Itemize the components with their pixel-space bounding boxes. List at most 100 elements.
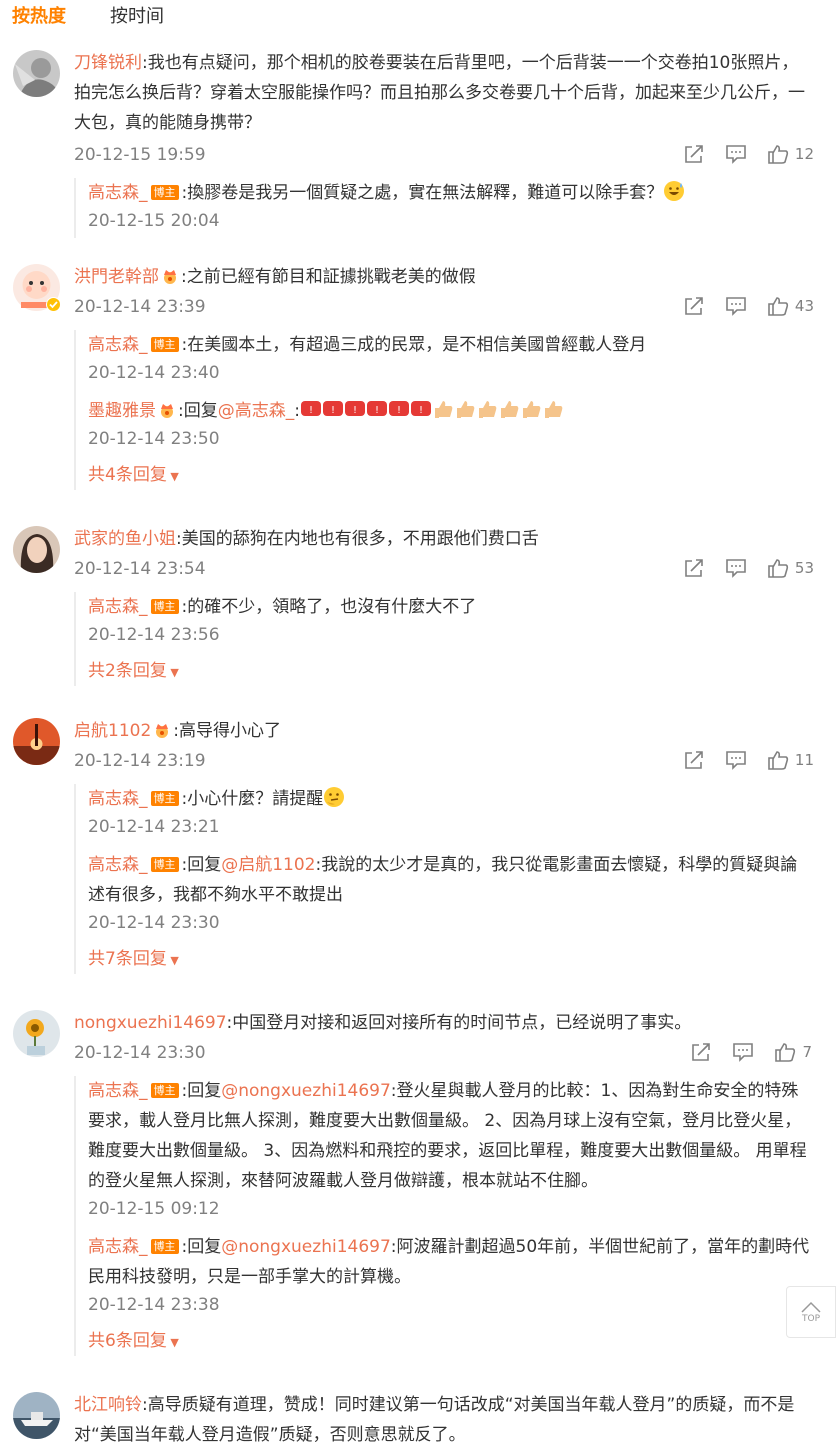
reply-list: 高志森_ 博主:小心什麼？請提醒 20-12-14 23:21 高志森_ 博主:回复… <box>74 784 814 974</box>
comment-username[interactable]: 洪門老幹部 <box>74 267 159 287</box>
avatar[interactable] <box>13 1392 60 1439</box>
thinking-emoji-icon <box>324 787 345 807</box>
comment-username[interactable]: nongxuezhi14697 <box>74 1013 227 1033</box>
reply-username[interactable]: 高志森_ <box>88 335 148 355</box>
share-button[interactable] <box>683 296 705 316</box>
comment-icon <box>733 1043 754 1062</box>
reply-username[interactable]: 高志森_ <box>88 789 148 809</box>
thumbs-up-icon <box>775 1043 796 1062</box>
reply-item: 高志森_ 博主:回复@nongxuezhi14697:阿波羅計劃超過50年前，半個… <box>88 1232 814 1318</box>
share-button[interactable] <box>683 558 705 578</box>
verified-icon <box>46 297 61 312</box>
reply-button[interactable] <box>732 1042 754 1062</box>
mention-link[interactable]: @启航1102 <box>221 855 315 875</box>
comment-actions: 53 <box>683 558 814 578</box>
more-replies-link[interactable]: 共2条回复 ▼ <box>88 658 814 686</box>
reply-item: 高志森_ 博主:小心什麼？請提醒 20-12-14 23:21 <box>88 784 814 840</box>
comment-icon <box>726 751 746 770</box>
share-icon <box>685 145 703 163</box>
reply-list: 高志森_ 博主:回复@nongxuezhi14697:登火星與載人登月的比較：1、… <box>74 1076 814 1356</box>
like-button[interactable]: 11 <box>767 750 814 770</box>
reply-button[interactable] <box>725 296 747 316</box>
comment-content: :中国登月对接和返回对接所有的时间节点，已经说明了事实。 <box>226 1013 692 1033</box>
more-replies-link[interactable]: 共4条回复 ▼ <box>88 462 814 490</box>
reply-username[interactable]: 高志森_ <box>88 1237 148 1257</box>
caret-down-icon: ▼ <box>166 954 179 967</box>
tab-by-popularity[interactable]: 按热度 <box>12 5 66 29</box>
avatar[interactable] <box>13 526 60 573</box>
like-button[interactable]: 7 <box>774 1042 812 1062</box>
mention-link[interactable]: @高志森_ <box>218 401 295 421</box>
reply-button[interactable] <box>725 144 747 164</box>
comment-actions: 43 <box>683 296 814 316</box>
avatar[interactable] <box>13 264 61 312</box>
caret-down-icon: ▼ <box>166 470 179 483</box>
comment-actions: 11 <box>683 750 814 770</box>
cheer-emoji-icon: ! <box>366 401 387 416</box>
cheer-emoji-icon: ! <box>388 401 409 416</box>
like-button[interactable]: 12 <box>767 144 814 164</box>
thumbs-up-icon <box>768 559 789 578</box>
like-count: 12 <box>794 145 814 163</box>
reply-item: 高志森_ 博主:回复@启航1102:我說的太少才是真的，我只從電影畫面去懷疑，科學… <box>88 850 814 936</box>
comment-username[interactable]: 启航1102 <box>74 721 151 741</box>
author-badge: 博主 <box>150 1083 179 1098</box>
more-replies-label: 共6条回复 <box>88 1331 167 1351</box>
thumbs-up-icon <box>768 751 789 770</box>
reply-item: 墨趣雅景:回复@高志森_:!!!!!! 20-12-14 23:50 <box>88 396 814 452</box>
reply-time: 20-12-14 23:40 <box>88 363 220 383</box>
tab-by-time[interactable]: 按时间 <box>110 5 164 29</box>
thumbs-up-emoji-icon <box>478 401 497 418</box>
author-badge: 博主 <box>150 791 179 806</box>
comment-icon <box>726 559 746 578</box>
reply-prefix: :回复 <box>178 401 218 421</box>
reply-item: 高志森_ 博主:換膠卷是我另一個質疑之處，實在無法解釋，難道可以除手套？ 20-1… <box>88 178 814 234</box>
comment-username[interactable]: 北江响铃 <box>74 1395 142 1415</box>
more-replies-link[interactable]: 共7条回复 ▼ <box>88 946 814 974</box>
emoji-row: !!!!!! <box>300 401 564 421</box>
vip-crown-icon <box>164 270 176 284</box>
share-icon <box>685 751 703 769</box>
reply-prefix: :回复 <box>181 1081 222 1101</box>
reply-button[interactable] <box>725 558 747 578</box>
reply-username[interactable]: 墨趣雅景 <box>88 401 156 421</box>
svg-text:!: ! <box>375 405 379 416</box>
comment-actions: 12 <box>683 144 814 164</box>
avatar[interactable] <box>13 718 60 765</box>
cheer-emoji-icon: ! <box>322 401 343 416</box>
like-button[interactable]: 43 <box>767 296 814 316</box>
thumbs-up-icon <box>768 297 789 316</box>
more-replies-label: 共7条回复 <box>88 949 167 969</box>
like-count: 11 <box>794 751 814 769</box>
share-button[interactable] <box>690 1042 712 1062</box>
reply-content: :在美國本土，有超過三成的民眾，是不相信美國曾經載人登月 <box>181 335 647 355</box>
avatar[interactable] <box>13 50 60 97</box>
reply-username[interactable]: 高志森_ <box>88 597 148 617</box>
more-replies-label: 共4条回复 <box>88 465 167 485</box>
like-button[interactable]: 53 <box>767 558 814 578</box>
comment-content: :高导质疑有道理，赞成！同时建议第一句话改成“对美国当年载人登月”的质疑，而不是… <box>74 1395 795 1445</box>
reply-prefix: :回复 <box>181 855 222 875</box>
svg-text:!: ! <box>309 405 313 416</box>
reply-username[interactable]: 高志森_ <box>88 855 148 875</box>
reply-time: 20-12-15 20:04 <box>88 211 220 231</box>
share-button[interactable] <box>683 144 705 164</box>
thumbs-up-icon <box>768 145 789 164</box>
thumbs-up-emoji-icon <box>500 401 519 418</box>
comment-text: nongxuezhi14697:中国登月对接和返回对接所有的时间节点，已经说明了… <box>74 1008 814 1038</box>
comment-username[interactable]: 武家的鱼小姐 <box>74 529 176 549</box>
reply-username[interactable]: 高志森_ <box>88 1081 148 1101</box>
avatar[interactable] <box>13 1010 60 1057</box>
back-to-top-button[interactable]: TOP <box>786 1286 836 1338</box>
share-button[interactable] <box>683 750 705 770</box>
mention-link[interactable]: @nongxuezhi14697 <box>221 1237 391 1257</box>
comment-username[interactable]: 刀锋锐利 <box>74 53 142 73</box>
reply-item: 高志森_ 博主:回复@nongxuezhi14697:登火星與載人登月的比較：1、… <box>88 1076 814 1222</box>
reply-username[interactable]: 高志森_ <box>88 183 148 203</box>
reply-time: 20-12-14 23:56 <box>88 625 220 645</box>
mention-link[interactable]: @nongxuezhi14697 <box>221 1081 391 1101</box>
avatar-image <box>13 526 60 573</box>
more-replies-link[interactable]: 共6条回复 ▼ <box>88 1328 814 1356</box>
reply-button[interactable] <box>725 750 747 770</box>
avatar-image <box>13 1010 60 1057</box>
